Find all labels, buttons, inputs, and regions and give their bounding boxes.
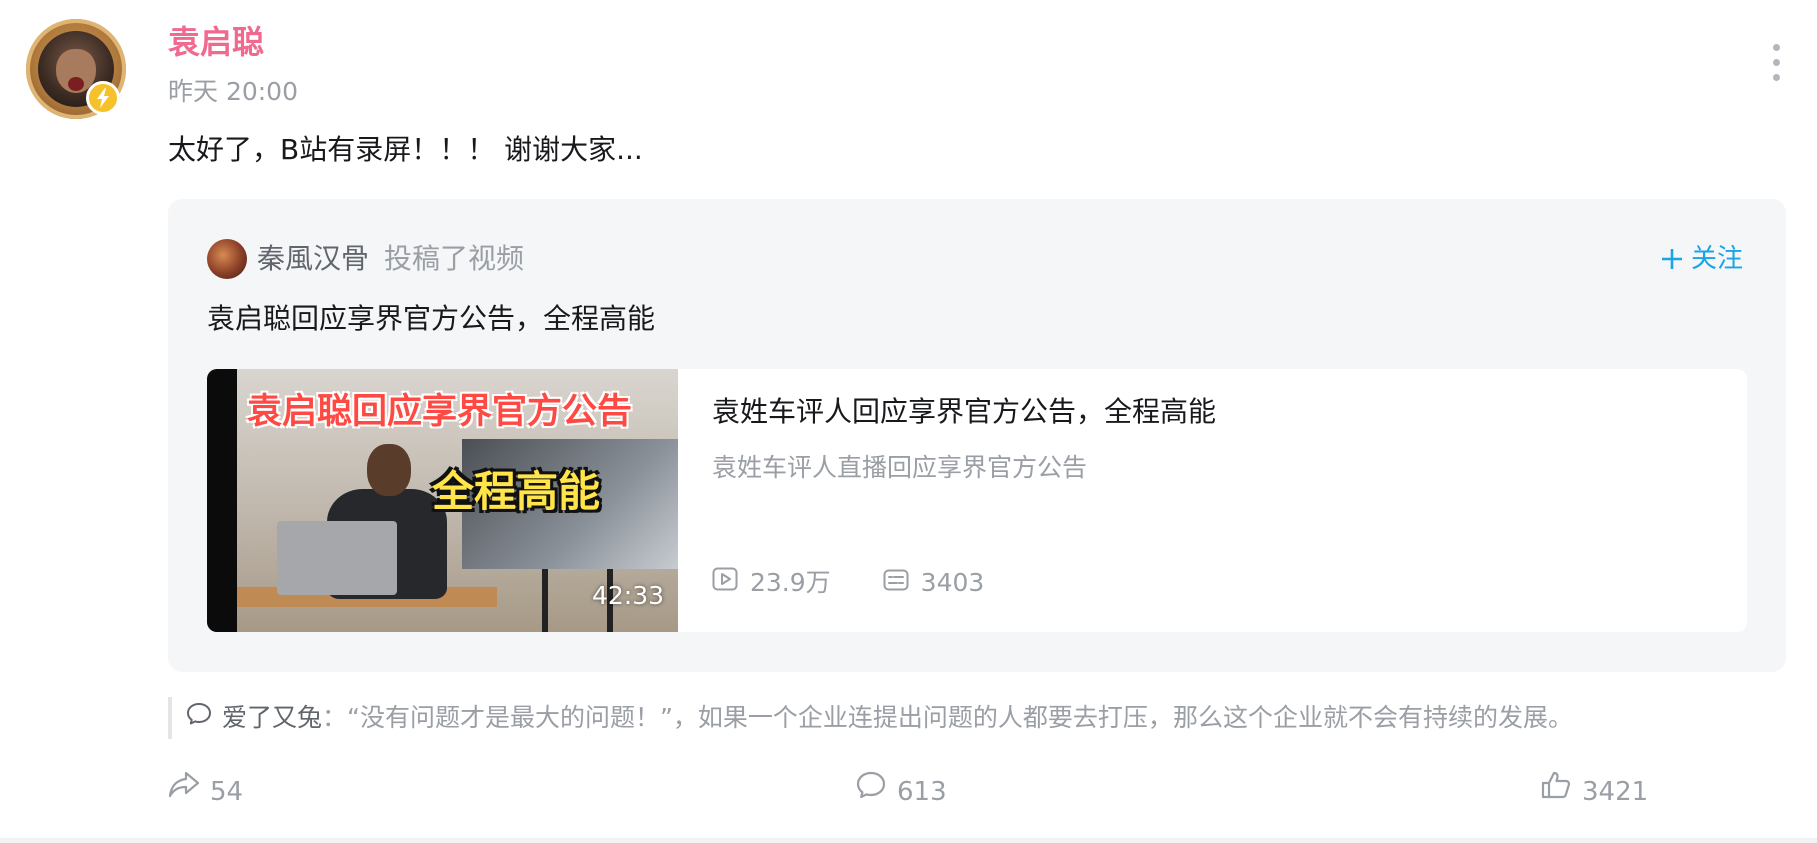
repost-card[interactable]: 秦風汉骨 投稿了视频 关注 袁启聪回应享界官方公告，全程高能 袁启聪回应享界官方… [168, 199, 1786, 672]
action-bar: 54 613 3421 [0, 770, 1817, 812]
view-count-stat: 23.9万 [712, 565, 831, 601]
original-author-name[interactable]: 秦風汉骨 [257, 239, 369, 279]
comment-count: 613 [897, 776, 947, 807]
comment-bubble-icon [855, 770, 887, 813]
post-time: 昨天 20:00 [168, 77, 298, 106]
plus-icon [1661, 239, 1683, 279]
like-button[interactable]: 3421 [1540, 770, 1648, 813]
thumbnail-subtitle-text: 全程高能 [432, 467, 601, 516]
dynamic-post-page: 袁启聪 昨天 20:00 太好了，B站有录屏！！！ 谢谢大家... 秦風汉骨 投… [0, 0, 1817, 843]
hot-comment-user[interactable]: 爱了又兔 [222, 700, 322, 736]
hot-comment-text: “没有问题才是最大的问题！”，如果一个企业连提出问题的人都要去打压，那么这个企业… [347, 703, 1573, 732]
thumb-person-head [367, 444, 411, 496]
comment-button[interactable]: 613 [855, 770, 947, 813]
follow-label: 关注 [1691, 244, 1744, 274]
original-author-avatar[interactable] [207, 239, 247, 279]
video-stats: 23.9万 3403 [712, 565, 984, 601]
share-icon [168, 770, 200, 813]
thumb-laptop [277, 521, 397, 595]
hot-comment-preview[interactable]: 爱了又兔 ： “没有问题才是最大的问题！”，如果一个企业连提出问题的人都要去打压… [168, 697, 1573, 739]
bottom-divider [0, 838, 1817, 843]
like-count: 3421 [1582, 776, 1649, 807]
thumbnail-title-text: 袁启聪回应享界官方公告 [247, 392, 633, 432]
view-count: 23.9万 [750, 568, 831, 597]
original-post-text: 袁启聪回应享界官方公告，全程高能 [207, 302, 656, 335]
author-name[interactable]: 袁启聪 [168, 20, 264, 64]
danmaku-count: 3403 [920, 568, 985, 597]
lightning-bolt-icon [86, 81, 120, 115]
video-description: 袁姓车评人直播回应享界官方公告 [712, 453, 1088, 482]
share-count: 54 [210, 776, 244, 807]
comment-bubble-icon [186, 700, 212, 736]
share-button[interactable]: 54 [168, 770, 243, 813]
play-count-icon [712, 565, 738, 601]
video-title[interactable]: 袁姓车评人回应享界官方公告，全程高能 [712, 392, 1216, 432]
danmaku-count-stat: 3403 [883, 565, 985, 601]
more-vertical-icon[interactable] [1770, 44, 1782, 84]
thumbs-up-icon [1540, 770, 1572, 813]
follow-button[interactable]: 关注 [1661, 239, 1743, 279]
video-card[interactable]: 袁启聪回应享界官方公告 全程高能 42:33 袁姓车评人回应享界官方公告，全程高… [207, 369, 1747, 632]
avatar-mouth [68, 77, 84, 91]
hot-comment-separator: ： [322, 703, 348, 732]
thumb-tv-stand [542, 569, 548, 632]
video-duration: 42:33 [592, 581, 665, 610]
thumb-left-bar [207, 369, 237, 632]
video-thumbnail[interactable]: 袁启聪回应享界官方公告 全程高能 42:33 [207, 369, 678, 632]
original-action-text: 投稿了视频 [384, 242, 525, 275]
danmaku-icon [883, 565, 909, 601]
post-text: 太好了，B站有录屏！！！ 谢谢大家... [168, 133, 643, 166]
